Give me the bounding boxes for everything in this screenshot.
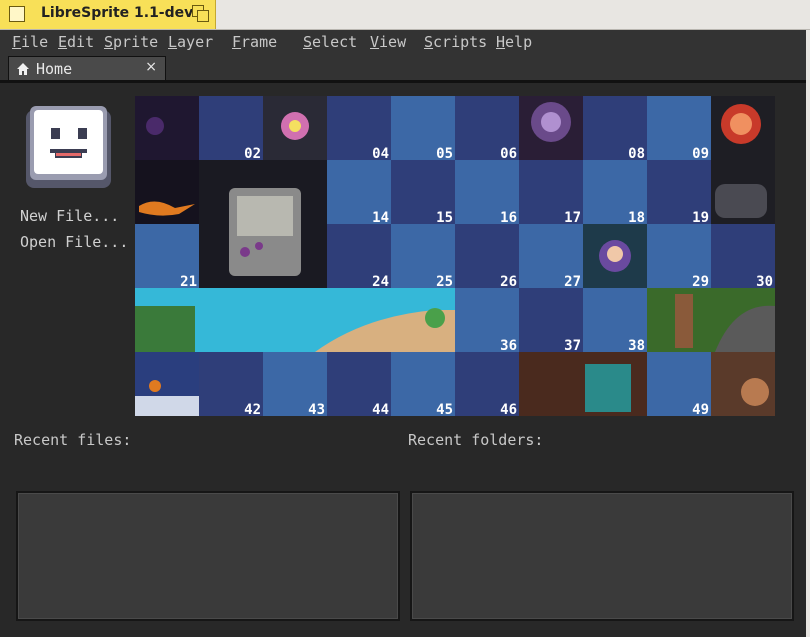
tile-number: 18: [628, 210, 645, 226]
tile-number: 49: [692, 402, 709, 416]
menu-select[interactable]: Select: [303, 33, 357, 51]
tile-number: 29: [692, 274, 709, 290]
tile-number: 25: [436, 274, 453, 290]
window-title-tab[interactable]: LibreSprite 1.1-dev: [0, 0, 216, 29]
libresprite-logo: [26, 106, 111, 188]
window-titlebar[interactable]: LibreSprite 1.1-dev: [0, 0, 810, 30]
window-title: LibreSprite 1.1-dev: [41, 5, 194, 21]
menu-file[interactable]: File: [12, 33, 48, 51]
recent-folders-list[interactable]: [410, 491, 794, 621]
tile-number: 04: [372, 146, 389, 162]
tile-number: 14: [372, 210, 389, 226]
recent-folders-title: Recent folders:: [408, 431, 544, 449]
open-file-link[interactable]: Open File...: [20, 233, 128, 251]
tile-number: 17: [564, 210, 581, 226]
tile-number: 45: [436, 402, 453, 416]
tile-number: 19: [692, 210, 709, 226]
menu-bar: File Edit Sprite Layer Frame Select View…: [0, 30, 810, 54]
recent-files-list[interactable]: [16, 491, 400, 621]
home-icon: [17, 63, 29, 75]
tile-number: 27: [564, 274, 581, 290]
tile-number: 21: [180, 274, 197, 290]
menu-scripts[interactable]: Scripts: [424, 33, 487, 51]
menu-help[interactable]: Help: [496, 33, 532, 51]
tile-number: 44: [372, 402, 389, 416]
tile-number: 26: [500, 274, 517, 290]
new-file-link[interactable]: New File...: [20, 207, 119, 225]
tile-number: 08: [628, 146, 645, 162]
window-border: [806, 30, 810, 637]
home-view: New File... Open File... 02 04 05 06 08 …: [0, 83, 810, 637]
tile-number: 24: [372, 274, 389, 290]
menu-sprite[interactable]: Sprite: [104, 33, 158, 51]
tile-number: 02: [244, 146, 261, 162]
tab-home[interactable]: Home ×: [8, 56, 166, 80]
app-frame: File Edit Sprite Layer Frame Select View…: [0, 30, 810, 637]
tile-number: 06: [500, 146, 517, 162]
menu-frame[interactable]: Frame: [232, 33, 277, 51]
tile-number: 38: [628, 338, 645, 354]
menu-edit[interactable]: Edit: [58, 33, 94, 51]
sprite-mosaic: 02 04 05 06 08 09 14 15 16 17 18 19 21 24 25 26 27 29 30 36…: [135, 96, 775, 416]
tab-bar: Home ×: [0, 54, 810, 83]
recent-files-title: Recent files:: [14, 431, 132, 449]
app-window-icon: [9, 6, 25, 22]
tile-number: 09: [692, 146, 709, 162]
tile-number: 43: [308, 402, 325, 416]
tile-number: 37: [564, 338, 581, 354]
tile-number: 15: [436, 210, 453, 226]
tile-number: 16: [500, 210, 517, 226]
tile-number: 36: [500, 338, 517, 354]
tile-number: 46: [500, 402, 517, 416]
menu-view[interactable]: View: [370, 33, 406, 51]
menu-layer[interactable]: Layer: [168, 33, 213, 51]
tile-number: 42: [244, 402, 261, 416]
maximize-icon[interactable]: [192, 5, 209, 22]
tile-number: 05: [436, 146, 453, 162]
tab-home-label: Home: [36, 60, 73, 78]
tile-number: 30: [756, 274, 773, 290]
close-icon[interactable]: ×: [145, 59, 157, 75]
